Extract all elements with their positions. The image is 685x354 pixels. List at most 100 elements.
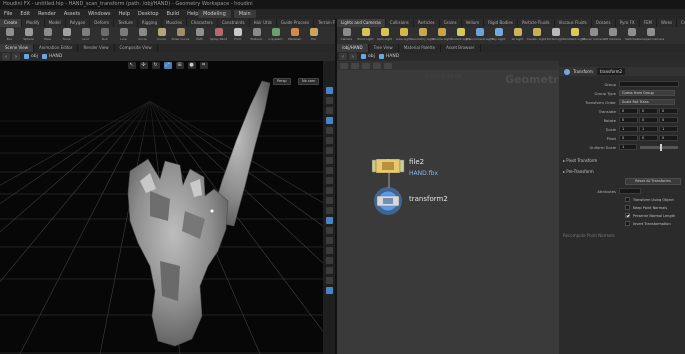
node-name-field[interactable]: transform2 bbox=[596, 68, 626, 75]
menu-assets[interactable]: Assets bbox=[60, 11, 84, 17]
shelf-tool-button[interactable]: Path bbox=[190, 27, 209, 44]
attributes-field[interactable] bbox=[619, 188, 641, 194]
shelf-tool-button[interactable]: Point Light bbox=[356, 27, 375, 44]
shelf-tab[interactable]: Modify bbox=[22, 19, 45, 27]
menu-windows[interactable]: Windows bbox=[84, 11, 114, 17]
forward-icon[interactable]: › bbox=[12, 53, 20, 60]
gear-icon[interactable] bbox=[564, 68, 570, 75]
menu-desktop[interactable]: Desktop bbox=[134, 11, 163, 17]
pane-tab[interactable]: Scene View bbox=[0, 44, 34, 52]
shelf-tool-button[interactable]: Tube bbox=[38, 27, 57, 44]
network-box-icon[interactable] bbox=[384, 62, 392, 69]
viewport-canvas[interactable] bbox=[0, 61, 323, 354]
scene-viewport[interactable] bbox=[0, 61, 323, 354]
back-icon[interactable]: ‹ bbox=[339, 53, 347, 60]
param-number-field[interactable]: 0 bbox=[639, 108, 658, 114]
shelf-tab[interactable]: Vellum bbox=[462, 19, 485, 27]
param-checkbox[interactable]: Keep Point Normals bbox=[625, 205, 667, 210]
pane-tab[interactable]: Composite View bbox=[115, 44, 158, 52]
shelf-tool-button[interactable]: Volume Light bbox=[432, 27, 451, 44]
grid-icon[interactable] bbox=[325, 197, 333, 204]
shelf-tool-button[interactable]: Stereo Camera bbox=[582, 27, 605, 44]
shelf-tool-button[interactable]: Distant Light bbox=[451, 27, 470, 44]
shelf-tool-button[interactable]: Line bbox=[114, 27, 133, 44]
settings-icon[interactable] bbox=[325, 267, 333, 274]
network-editor[interactable]: Indie Edition Geometry file2 HAND.fbx bbox=[337, 61, 559, 354]
pane-tab[interactable]: Render View bbox=[78, 44, 115, 52]
param-number-field[interactable]: 0 bbox=[619, 135, 638, 141]
shelf-tool-button[interactable]: Sphere bbox=[19, 27, 38, 44]
shelf-tool-button[interactable]: Draw Curve bbox=[171, 27, 190, 44]
list-icon[interactable] bbox=[362, 62, 370, 69]
param-number-field[interactable]: 0 bbox=[619, 108, 638, 114]
snapshot-icon[interactable] bbox=[325, 247, 333, 254]
param-checkbox[interactable]: Transform Using Object bbox=[625, 197, 674, 202]
layout-icon[interactable] bbox=[351, 62, 359, 69]
pane-tab[interactable]: /obj/HAND bbox=[337, 44, 369, 52]
shelf-tool-button[interactable]: Geometry Light bbox=[411, 27, 434, 44]
sticky-note-icon[interactable] bbox=[373, 62, 381, 69]
shelf-tab[interactable]: Particle Fluids bbox=[518, 19, 555, 27]
shelf-tool-button[interactable]: Spray Paint bbox=[209, 27, 228, 44]
shelf-tool-button[interactable]: Metaball bbox=[285, 27, 304, 44]
checkbox[interactable] bbox=[625, 221, 630, 226]
group-field[interactable] bbox=[619, 81, 679, 87]
menu-edit[interactable]: Edit bbox=[16, 11, 34, 17]
stereo-icon[interactable] bbox=[325, 257, 333, 264]
select-icon[interactable]: ↖ bbox=[127, 62, 136, 69]
shelf-tool-button[interactable]: Grid bbox=[76, 27, 95, 44]
param-number-field[interactable]: 0 bbox=[659, 117, 678, 123]
points-icon[interactable] bbox=[325, 127, 333, 134]
shelf-tool-button[interactable]: Sky Light bbox=[489, 27, 508, 44]
transform-node[interactable] bbox=[370, 185, 406, 221]
checkbox[interactable] bbox=[625, 205, 630, 210]
background-icon[interactable] bbox=[325, 207, 333, 214]
shelf-tab[interactable]: Muscles bbox=[162, 19, 187, 27]
pane-tab[interactable]: Asset Browser bbox=[441, 44, 481, 52]
shelf-tool-button[interactable]: Gamepad Camera bbox=[637, 27, 664, 44]
param-dropdown[interactable]: Guess from Group bbox=[619, 90, 675, 96]
pane-tab[interactable]: Material Palette bbox=[399, 44, 442, 52]
ghost-icon[interactable] bbox=[325, 97, 333, 104]
menu-render[interactable]: Render bbox=[34, 11, 60, 17]
menu-file[interactable]: File bbox=[0, 11, 16, 17]
record-icon[interactable]: ● bbox=[187, 62, 196, 69]
shelf-tool-button[interactable]: Area Light bbox=[394, 27, 413, 44]
shelf-tab[interactable]: Create bbox=[0, 19, 23, 27]
layout-icon[interactable] bbox=[325, 217, 333, 224]
menu-build[interactable]: Build bbox=[163, 11, 184, 17]
transform-icon[interactable]: ✣ bbox=[139, 62, 148, 69]
shelf-tool-button[interactable]: Switcher bbox=[622, 27, 641, 44]
shelf-tool-button[interactable]: Spot Light bbox=[375, 27, 394, 44]
shelf-tab[interactable]: Rigging bbox=[138, 19, 162, 27]
shelf-tab[interactable]: Deform bbox=[90, 19, 115, 27]
frame-icon[interactable] bbox=[325, 187, 333, 194]
param-number-field[interactable]: 1 bbox=[659, 126, 678, 132]
info-icon[interactable] bbox=[325, 277, 333, 284]
shelf-tool-button[interactable]: VR Camera bbox=[603, 27, 622, 44]
render-icon[interactable] bbox=[325, 227, 333, 234]
persp-menu-button[interactable]: Persp bbox=[273, 78, 291, 85]
shelf-tool-button[interactable]: Curve bbox=[152, 27, 171, 44]
param-number-field[interactable]: 0 bbox=[619, 117, 638, 123]
normals-icon[interactable] bbox=[325, 137, 333, 144]
shelf-tab[interactable]: FEM bbox=[640, 19, 657, 27]
pane-tab[interactable]: Tree View bbox=[369, 44, 399, 52]
shelf-tab[interactable]: Texture bbox=[114, 19, 138, 27]
path-obj[interactable]: obj bbox=[361, 54, 375, 59]
param-number-field[interactable]: 1 bbox=[619, 126, 638, 132]
shelf-tab[interactable]: Crowds bbox=[677, 19, 685, 27]
transform-node-shape[interactable] bbox=[370, 185, 406, 217]
shelf-tab[interactable]: Guide Process bbox=[277, 19, 315, 27]
display-options-icon[interactable] bbox=[325, 87, 333, 94]
param-number-field[interactable]: 1 bbox=[619, 144, 637, 150]
uniform-scale-slider[interactable] bbox=[640, 143, 678, 151]
shelf-tab[interactable]: Rigid Bodies bbox=[484, 19, 518, 27]
back-icon[interactable]: ‹ bbox=[2, 53, 10, 60]
shelf-tool-button[interactable]: Ambient Light bbox=[564, 27, 585, 44]
shading-icon[interactable] bbox=[325, 107, 333, 114]
pre-transform-folder[interactable]: ▸ Pre-Transform bbox=[563, 169, 594, 174]
path-hand[interactable]: HAND bbox=[41, 54, 62, 59]
shelf-tool-button[interactable]: Box bbox=[0, 27, 19, 44]
lights-icon[interactable] bbox=[325, 157, 333, 164]
